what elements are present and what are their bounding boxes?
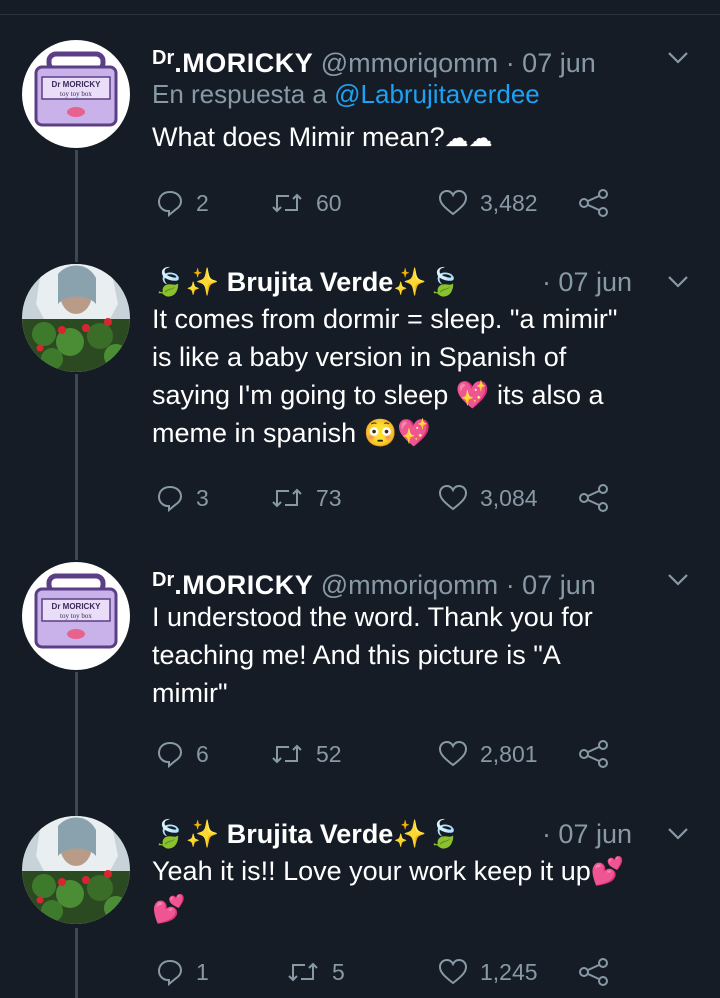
author-name[interactable]: Brujita Verde	[227, 267, 394, 297]
like-count: 2,801	[480, 741, 538, 767]
heart-icon	[438, 189, 468, 216]
tweet-actions: 1 5 1,245	[152, 952, 622, 992]
reply-button[interactable]: 1	[156, 952, 209, 992]
retweet-icon	[272, 193, 302, 213]
reply-to-link[interactable]: @Labrujitaverdee	[334, 79, 540, 109]
thread-connector	[75, 374, 78, 560]
chevron-down-icon[interactable]	[666, 562, 690, 609]
share-icon	[579, 484, 608, 512]
tweet-text-line: mimir"	[152, 678, 228, 708]
share-button[interactable]	[578, 478, 622, 518]
reply-context: En respuesta a @Labrujitaverdee	[152, 79, 540, 109]
like-button[interactable]: 1,245	[438, 952, 538, 992]
tweet-header: 🍃✨ Brujita Verde✨🍃 · 07 jun	[152, 816, 690, 852]
like-count: 1,245	[480, 959, 538, 985]
tweet-text-line: I understood the word. Thank you for	[152, 602, 593, 632]
chevron-down-icon[interactable]	[666, 264, 690, 311]
retweet-count: 5	[332, 959, 345, 985]
like-count: 3,482	[480, 190, 538, 216]
leaf-sparkle-emoji: 🍃✨	[152, 819, 220, 849]
tweet-text-line: 💕	[152, 894, 186, 924]
share-icon	[579, 958, 608, 986]
retweet-count: 73	[316, 485, 342, 511]
reply-icon	[157, 959, 183, 986]
thread-connector	[75, 672, 78, 816]
avatar[interactable]	[22, 816, 130, 924]
leaf-sparkle-emoji: 🍃✨	[152, 267, 220, 297]
tweet-actions: 6 52 2,801	[152, 734, 622, 774]
tweet-text: Yeah it is!! Love your work keep it up💕 …	[152, 852, 690, 928]
tweet-text-line: teaching me! And this picture is "A	[152, 640, 561, 670]
tweet-date[interactable]: · 07 jun	[506, 48, 596, 78]
share-button[interactable]	[578, 952, 622, 992]
reply-icon	[157, 741, 183, 768]
reply-count: 2	[196, 190, 209, 216]
tweet-header: 🍃✨ Brujita Verde✨🍃 · 07 jun	[152, 264, 690, 300]
retweet-count: 60	[316, 190, 342, 216]
tweet-header: Dr.MORICKY @mmoriqomm · 07 jun	[152, 562, 690, 600]
reply-count: 3	[196, 485, 209, 511]
retweet-count: 52	[316, 741, 342, 767]
tweet-actions: 2 60 3,482	[152, 183, 622, 223]
chevron-down-icon[interactable]	[666, 40, 690, 87]
avatar-label: Dr MORICKY	[52, 602, 102, 611]
share-button[interactable]	[578, 734, 622, 774]
author-name[interactable]: Dr.MORICKY	[152, 569, 313, 600]
author-handle[interactable]: @mmoriqomm	[321, 48, 498, 78]
reply-count: 6	[196, 741, 209, 767]
avatar[interactable]: Dr MORICKY toy toy box	[22, 562, 130, 670]
chevron-down-icon[interactable]	[666, 816, 690, 863]
tweet-actions: 3 73 3,084	[152, 478, 622, 518]
reply-button[interactable]: 2	[156, 183, 209, 223]
tweet-text-line: Yeah it is!! Love your work keep it up💕	[152, 856, 625, 886]
like-button[interactable]: 3,482	[438, 183, 538, 223]
thread-connector	[75, 928, 78, 998]
retweet-icon	[272, 488, 302, 508]
reply-button[interactable]: 6	[156, 734, 209, 774]
tweet-text: It comes from dormir = sleep. "a mimir" …	[152, 300, 690, 452]
share-button[interactable]	[578, 183, 622, 223]
top-divider	[0, 14, 720, 15]
retweet-icon	[288, 962, 318, 982]
heart-icon	[438, 958, 468, 985]
retweet-button[interactable]: 73	[270, 478, 342, 518]
author-handle[interactable]: @mmoriqomm	[321, 570, 498, 600]
tweet-text-line: It comes from dormir = sleep. "a mimir"	[152, 304, 618, 334]
avatar-label: toy toy box	[60, 612, 92, 620]
reply-button[interactable]: 3	[156, 478, 209, 518]
author-name[interactable]: Dr.MORICKY	[152, 47, 313, 78]
sparkle-leaf-emoji: ✨🍃	[393, 819, 461, 849]
avatar-label: toy toy box	[60, 90, 92, 98]
like-count: 3,084	[480, 485, 538, 511]
avatar-label: Dr MORICKY	[52, 80, 102, 89]
share-icon	[579, 189, 608, 217]
tweet-text: What does Mimir mean?☁☁	[152, 118, 690, 158]
like-button[interactable]: 2,801	[438, 734, 538, 774]
avatar[interactable]	[22, 264, 130, 372]
thread-connector	[75, 150, 78, 262]
tweet-text-line: saying I'm going to sleep 💖 its also a	[152, 380, 604, 410]
retweet-button[interactable]: 60	[270, 183, 342, 223]
tweet-date[interactable]: · 07 jun	[506, 570, 596, 600]
tweet-date[interactable]: · 07 jun	[542, 264, 632, 300]
sparkle-leaf-emoji: ✨🍃	[393, 267, 461, 297]
tweet-date[interactable]: · 07 jun	[542, 816, 632, 852]
reply-icon	[157, 190, 183, 217]
reply-count: 1	[196, 959, 209, 985]
tweet-header: Dr.MORICKY @mmoriqomm · 07 jun	[152, 40, 690, 78]
share-icon	[579, 740, 608, 768]
cloud-emoji: ☁☁	[444, 125, 493, 152]
reply-icon	[157, 485, 183, 512]
like-button[interactable]: 3,084	[438, 478, 538, 518]
retweet-button[interactable]: 5	[286, 952, 345, 992]
avatar[interactable]: Dr MORICKY toy toy box	[22, 40, 130, 148]
tweet-text-line: meme in spanish 😳💖	[152, 418, 431, 448]
tweet-text: I understood the word. Thank you for tea…	[152, 598, 690, 712]
heart-icon	[438, 740, 468, 767]
author-name[interactable]: Brujita Verde	[227, 819, 394, 849]
heart-icon	[438, 484, 468, 511]
retweet-icon	[272, 744, 302, 764]
tweet-text-line: is like a baby version in Spanish of	[152, 342, 567, 372]
retweet-button[interactable]: 52	[270, 734, 342, 774]
